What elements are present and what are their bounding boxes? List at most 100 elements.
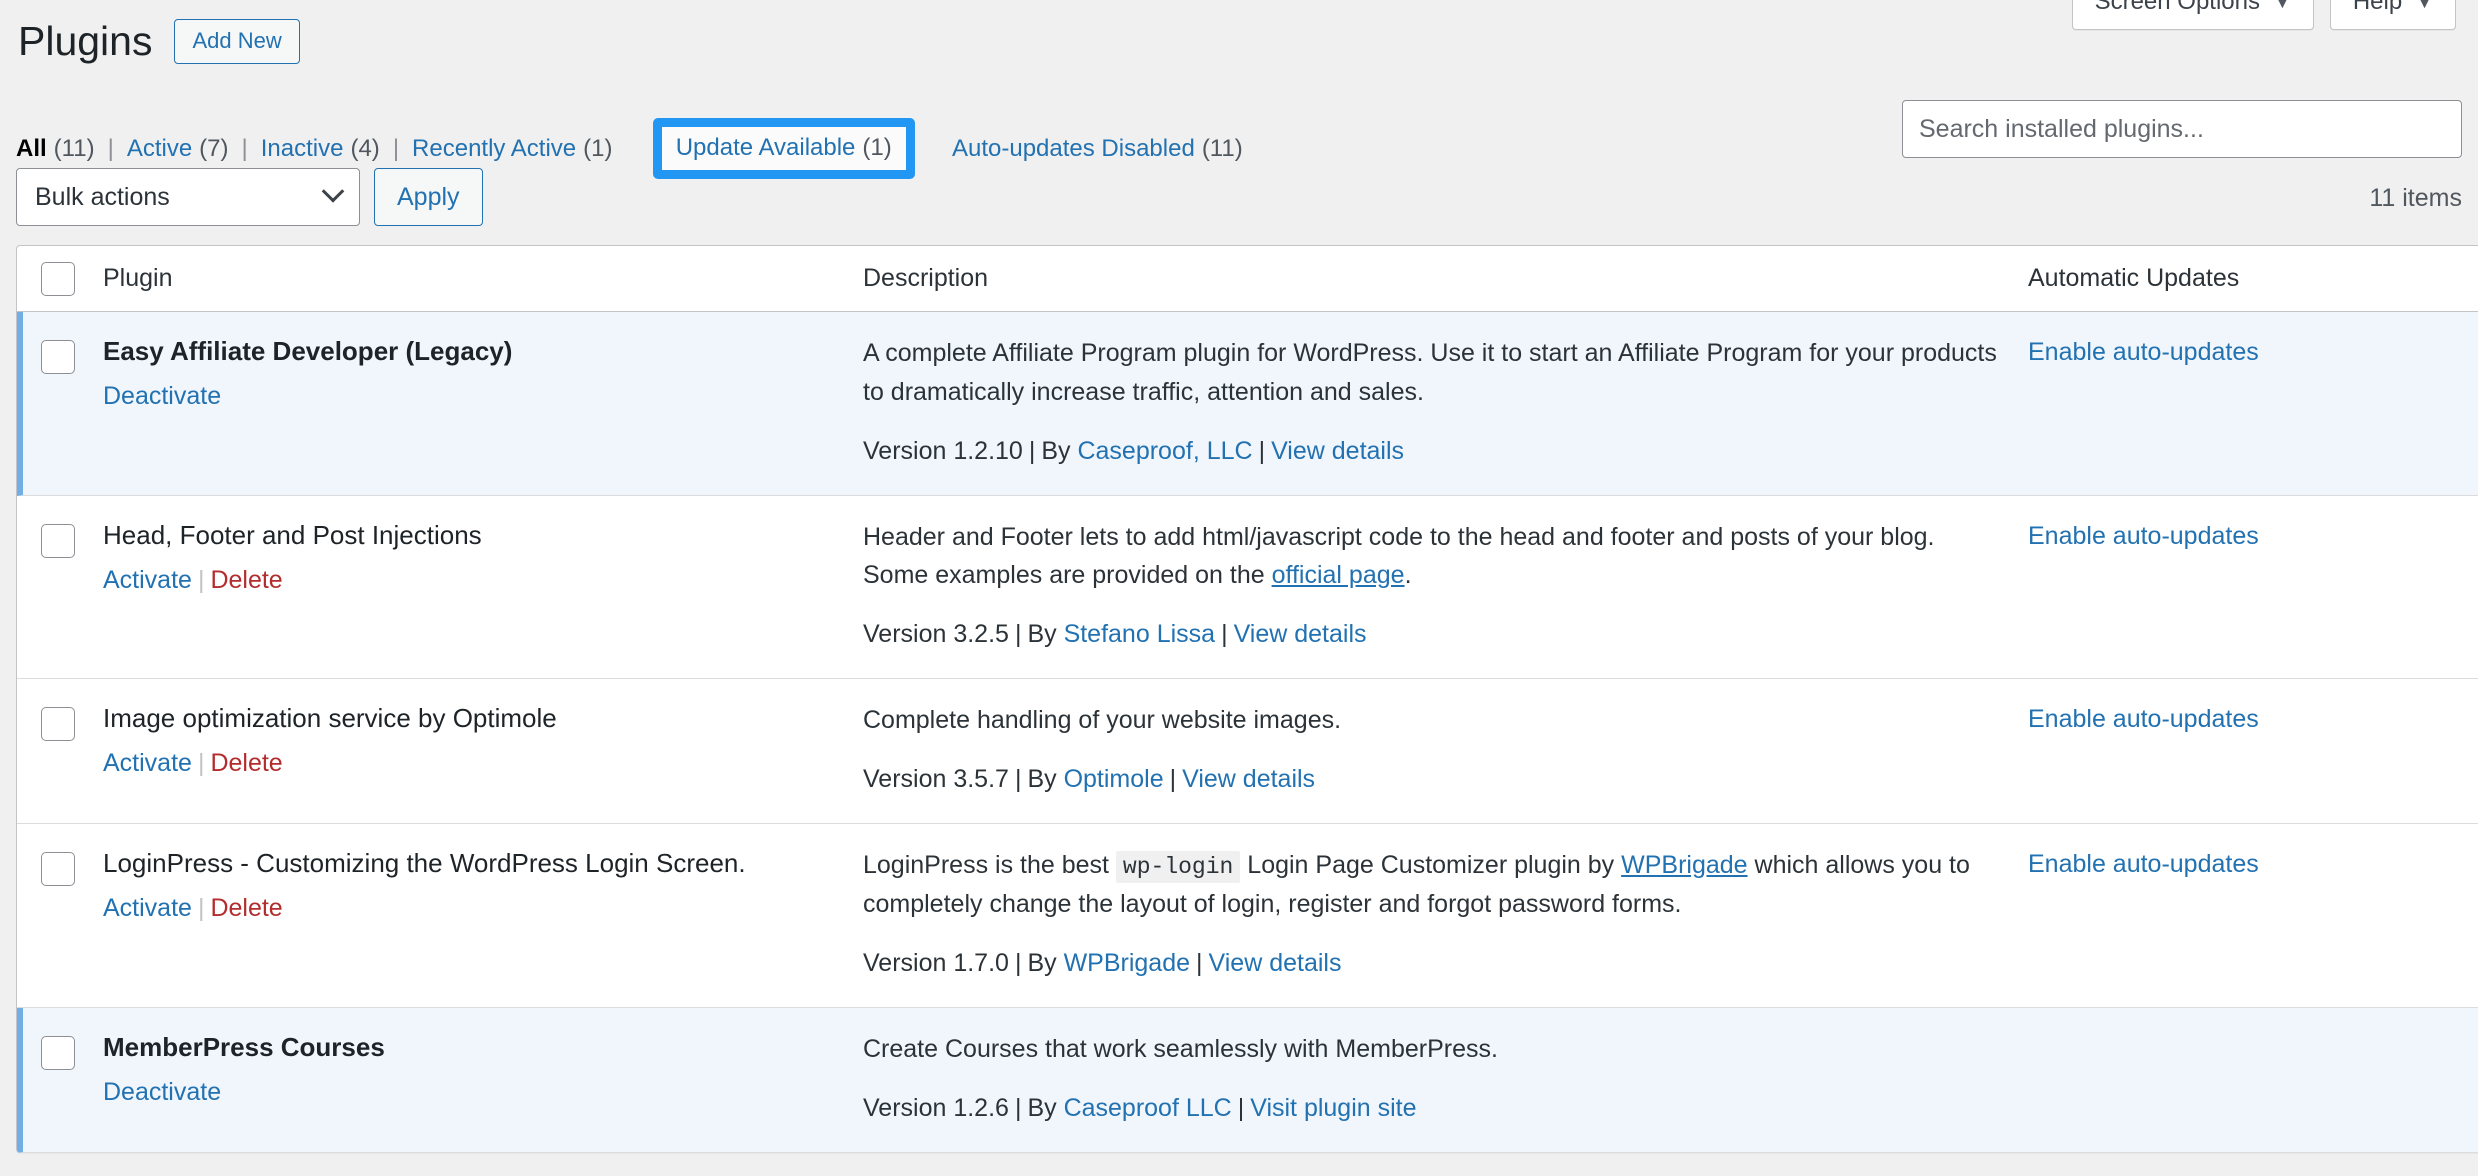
chevron-down-icon: ▼ [2416, 0, 2433, 12]
row-actions: Activate | Delete [103, 563, 863, 598]
plugin-author-link[interactable]: Caseproof, LLC [1077, 437, 1252, 465]
plugin-author-link[interactable]: WPBrigade [1064, 949, 1190, 977]
add-new-button[interactable]: Add New [174, 18, 300, 65]
filter-count: (11) [1201, 134, 1243, 162]
activate-link[interactable]: Activate [103, 749, 192, 777]
filter-item-inactive[interactable]: Inactive (4) [261, 135, 380, 163]
filter-item-recently-active[interactable]: Recently Active (1) [412, 135, 612, 163]
delete-link[interactable]: Delete [210, 566, 282, 594]
deactivate-link[interactable]: Deactivate [103, 1078, 221, 1106]
help-button[interactable]: Help ▼ [2329, 0, 2456, 30]
search-input[interactable] [1902, 100, 2462, 158]
column-header-plugin: Plugin [103, 264, 173, 292]
meta-separator: | [1014, 949, 1022, 978]
filter-separator: | [241, 134, 248, 162]
plugin-version: Version 1.7.0 [863, 949, 1009, 978]
filter-item-auto-updates-disabled[interactable]: Auto-updates Disabled (11) [952, 135, 1243, 163]
action-separator: | [197, 749, 205, 778]
filter-link-label[interactable]: Auto-updates Disabled [952, 135, 1195, 163]
delete-link[interactable]: Delete [210, 749, 282, 777]
description-inline-link[interactable]: official page [1272, 561, 1405, 589]
row-checkbox[interactable] [41, 707, 75, 741]
enable-auto-updates-link[interactable]: Enable auto-updates [2028, 846, 2259, 879]
plugin-title: MemberPress Courses [103, 1032, 385, 1063]
apply-button[interactable]: Apply [374, 168, 483, 226]
meta-separator: | [1221, 620, 1228, 648]
row-select-cell [41, 1030, 103, 1126]
filter-link-label[interactable]: All [16, 135, 47, 163]
by-label: By [1027, 764, 1064, 793]
tablenav-top: Bulk actions Apply 11 items [16, 100, 2462, 230]
bulk-actions-select[interactable]: Bulk actions [16, 168, 360, 226]
view-details-link[interactable]: View details [1209, 949, 1342, 977]
plugin-author-link[interactable]: Caseproof LLC [1064, 1094, 1232, 1122]
filter-link-label[interactable]: Recently Active [412, 135, 576, 163]
plugin-title: Image optimization service by Optimole [103, 703, 557, 733]
plugin-description: LoginPress is the best wp-login Login Pa… [863, 850, 1970, 919]
screen-options-button[interactable]: Screen Options ▼ [2071, 0, 2314, 30]
filter-link-label[interactable]: Inactive [261, 135, 344, 163]
row-select-cell [41, 846, 103, 981]
activate-link[interactable]: Activate [103, 894, 192, 922]
meta-separator: | [1014, 1093, 1022, 1122]
row-select-cell [41, 701, 103, 797]
chevron-down-icon [321, 180, 345, 203]
filter-link-label[interactable]: Active [127, 135, 192, 163]
plugin-cell: Easy Affiliate Developer (Legacy) Deactiv… [103, 334, 863, 469]
filter-link-label[interactable]: Update Available [676, 134, 856, 162]
meta-separator: | [1169, 764, 1177, 793]
enable-auto-updates-link[interactable]: Enable auto-updates [2028, 334, 2259, 367]
automatic-updates-cell: Enable auto-updates [2028, 701, 2478, 797]
row-actions: Deactivate [103, 1075, 863, 1110]
plugin-title: LoginPress - Customizing the WordPress L… [103, 847, 746, 878]
view-details-link[interactable]: View details [1182, 765, 1315, 793]
table-body: Easy Affiliate Developer (Legacy) Deactiv… [17, 312, 2478, 1153]
by-label: By [1027, 620, 1064, 648]
column-header-description: Description [863, 264, 989, 292]
filter-count: (4) [350, 134, 380, 162]
plugin-meta: Version 1.2.6 | By Caseproof LLC | Visit plu… [863, 1091, 2028, 1126]
action-separator: | [197, 565, 205, 594]
row-checkbox[interactable] [41, 851, 75, 886]
plugin-author-link[interactable]: Optimole [1064, 765, 1164, 793]
filter-separator: | [392, 134, 400, 162]
filter-separator: | [107, 134, 114, 162]
description-cell: Header and Footer lets to add html/javas… [863, 518, 2028, 653]
plugin-cell: LoginPress - Customizing the WordPress L… [103, 846, 863, 981]
plugin-title: Head, Footer and Post Injections [103, 519, 482, 550]
by-label: By [1027, 949, 1064, 978]
plugin-description: Header and Footer lets to add html/javas… [863, 522, 1935, 590]
view-details-link[interactable]: Visit plugin site [1250, 1094, 1416, 1122]
plugins-table: Plugin Description Automatic Updates Eas… [16, 245, 2478, 1153]
column-header-automatic-updates: Automatic Updates [2028, 264, 2240, 292]
table-row: LoginPress - Customizing the WordPress L… [17, 823, 2478, 1009]
row-checkbox[interactable] [41, 1036, 75, 1071]
automatic-updates-cell: Enable auto-updates [2028, 518, 2478, 653]
row-checkbox[interactable] [41, 340, 75, 374]
enable-auto-updates-link[interactable]: Enable auto-updates [2028, 518, 2259, 551]
delete-link[interactable]: Delete [210, 894, 282, 922]
enable-auto-updates-link[interactable]: Enable auto-updates [2028, 701, 2259, 734]
plugin-version: Version 1.2.6 [863, 1093, 1009, 1122]
filter-item-active[interactable]: Active (7) [127, 135, 229, 163]
select-all-checkbox[interactable] [41, 261, 75, 296]
action-separator: | [197, 893, 205, 922]
by-label: By [1027, 1093, 1064, 1122]
activate-link[interactable]: Activate [103, 566, 192, 594]
items-count-label: 11 items [2369, 184, 2462, 212]
description-cell: Complete handling of your website images… [863, 701, 2028, 797]
deactivate-link[interactable]: Deactivate [103, 382, 221, 410]
table-row: MemberPress Courses Deactivate Create Cour… [17, 1008, 2478, 1153]
table-row: Image optimization service by Optimole Ac… [17, 679, 2478, 824]
bulk-actions-selected-value: Bulk actions [35, 182, 170, 211]
view-details-link[interactable]: View details [1271, 437, 1404, 465]
filter-count: (1) [862, 134, 892, 161]
meta-separator: | [1196, 949, 1203, 978]
description-inline-link[interactable]: WPBrigade [1621, 851, 1747, 879]
automatic-updates-cell: Enable auto-updates [2028, 334, 2478, 469]
row-checkbox[interactable] [41, 523, 75, 558]
view-details-link[interactable]: View details [1234, 620, 1367, 648]
filter-item-all[interactable]: All (11) [16, 135, 95, 163]
plugin-author-link[interactable]: Stefano Lissa [1064, 620, 1216, 648]
meta-separator: | [1014, 764, 1022, 793]
